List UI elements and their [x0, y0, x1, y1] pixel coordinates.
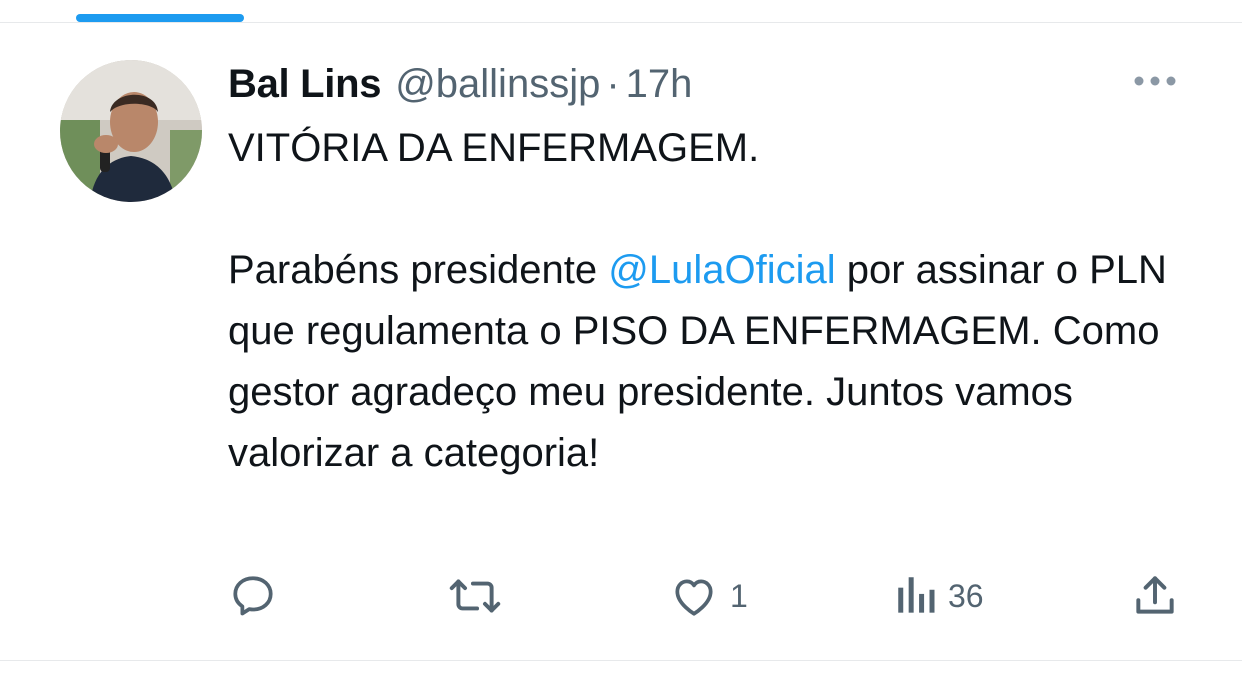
bottom-divider: [0, 660, 1242, 661]
tweet-text: VITÓRIA DA ENFERMAGEM. Parabéns presiden…: [228, 118, 1208, 484]
tweet-header: Bal Lins @ballinssjp · 17h: [228, 56, 692, 112]
tweet-paragraph-2: Parabéns presidente @LulaOficial por ass…: [228, 240, 1208, 484]
tweet-actions: 1 36: [228, 568, 1188, 624]
avatar[interactable]: [60, 60, 202, 202]
reply-icon: [233, 576, 273, 616]
tweet-line-1: VITÓRIA DA ENFERMAGEM.: [228, 126, 760, 170]
active-tab-indicator: [76, 14, 244, 22]
share-icon: [1136, 576, 1174, 614]
retweet-icon: [449, 579, 501, 613]
retweet-button[interactable]: [448, 568, 502, 624]
author-name[interactable]: Bal Lins: [228, 62, 381, 107]
like-count: 1: [730, 577, 748, 614]
heart-icon: [675, 579, 713, 616]
author-handle[interactable]: @ballinssjp: [395, 62, 600, 107]
more-icon: [1134, 76, 1176, 86]
avatar-photo: [60, 60, 202, 202]
header-separator: ·: [606, 61, 620, 106]
views-count: 36: [948, 577, 984, 614]
like-button[interactable]: 1: [668, 568, 748, 624]
tweet-text-before-mention: Parabéns presidente: [228, 248, 609, 292]
mention-link[interactable]: @LulaOficial: [608, 248, 835, 292]
reply-button[interactable]: [228, 568, 278, 624]
views-icon: [898, 577, 935, 613]
top-divider: [0, 22, 1242, 23]
views-button[interactable]: 36: [896, 568, 984, 624]
share-button[interactable]: [1130, 568, 1180, 624]
tweet-timestamp[interactable]: 17h: [626, 62, 693, 107]
more-options-button[interactable]: [1130, 66, 1180, 96]
